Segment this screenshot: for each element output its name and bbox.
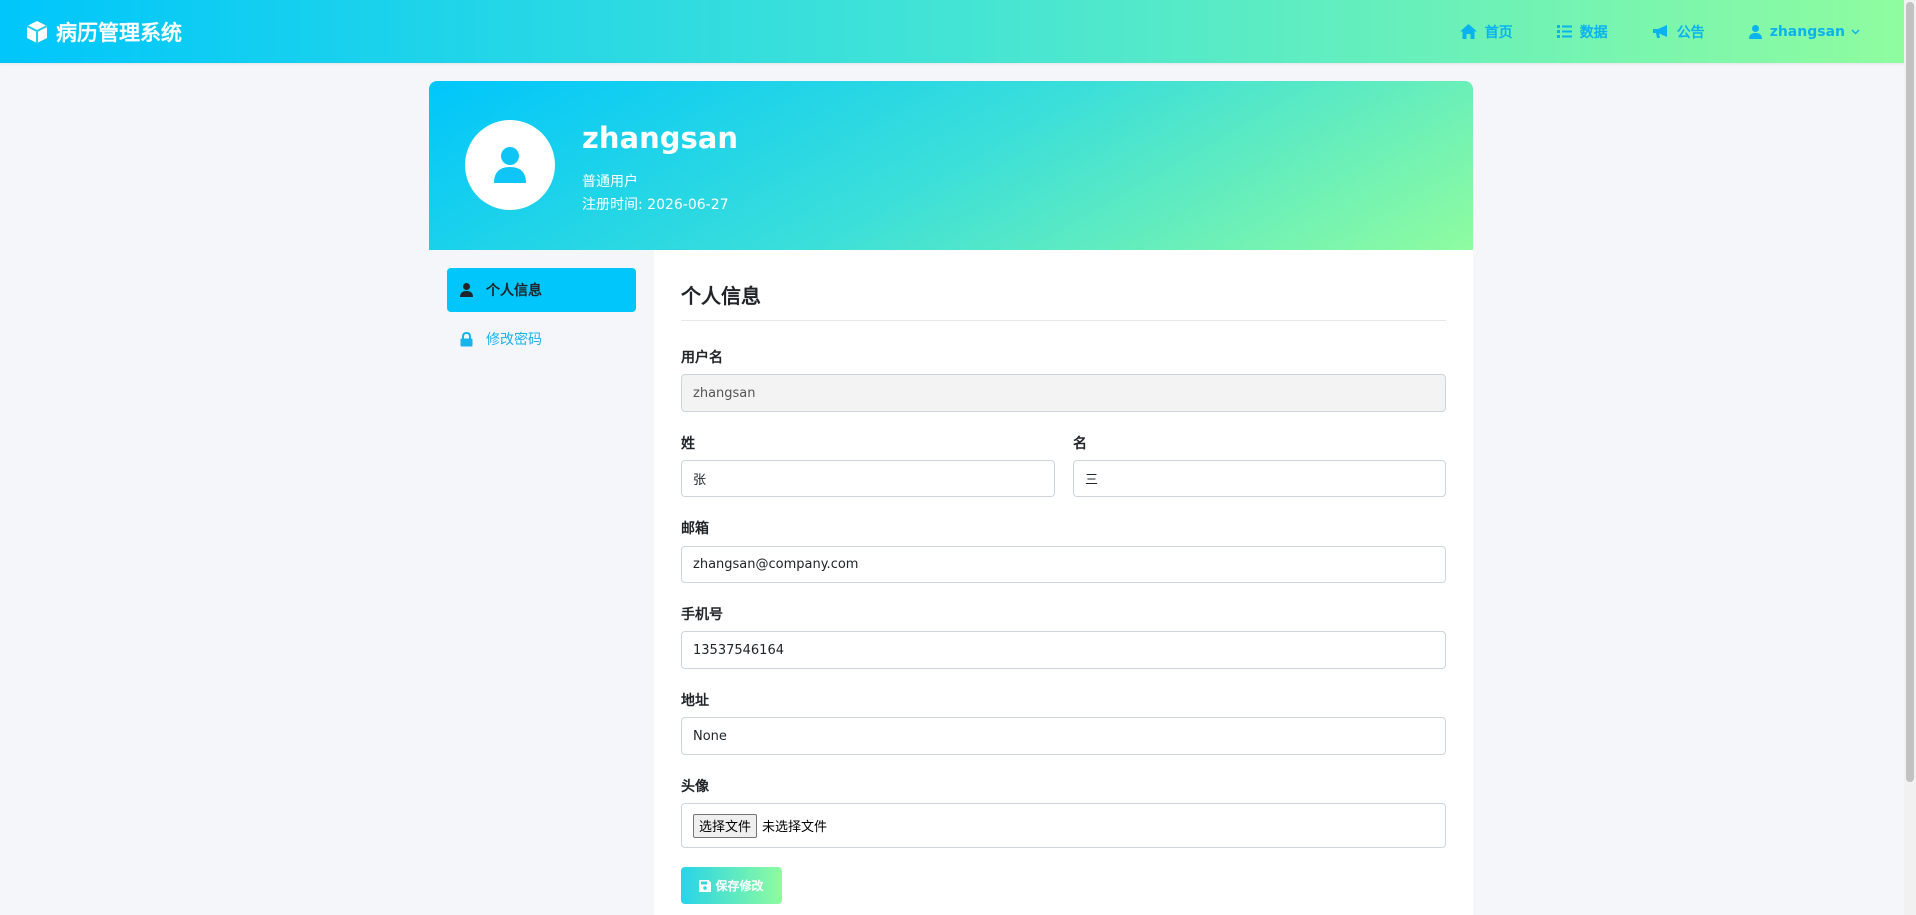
user-icon (460, 283, 473, 297)
cube-icon (26, 21, 48, 43)
username-label: 用户名 (681, 350, 723, 366)
user-avatar-icon (494, 147, 526, 183)
profile-sidebar: 个人信息 修改密码 (429, 250, 654, 915)
address-field[interactable] (681, 717, 1446, 755)
first-name-label: 名 (1073, 436, 1087, 452)
page-scrollbar[interactable] (1904, 0, 1916, 915)
username-field (681, 374, 1446, 412)
profile-registered-date: 注册时间: 2026-06-27 (582, 197, 729, 213)
save-icon (699, 879, 712, 892)
sidebar-item-label: 个人信息 (486, 283, 542, 299)
user-menu[interactable]: zhangsan (1748, 23, 1860, 40)
profile-header: zhangsan 普通用户 注册时间: 2026-06-27 (429, 81, 1473, 250)
last-name-field[interactable] (681, 460, 1055, 497)
avatar (465, 120, 555, 210)
phone-label: 手机号 (681, 607, 723, 623)
nav-data-label: 数据 (1579, 24, 1608, 41)
lock-icon (460, 331, 473, 346)
nav-menu: 首页 数据 公告 zhangsan (1416, 0, 1860, 63)
nav-announcement[interactable]: 公告 (1652, 22, 1705, 42)
brand-title: 病历管理系统 (56, 21, 182, 45)
address-label: 地址 (681, 693, 709, 709)
nav-announcement-label: 公告 (1676, 24, 1705, 41)
personal-info-panel: 个人信息 用户名 姓 名 邮箱 手机号 地址 头像 选择文件 未选择文件 保存修… (654, 250, 1473, 915)
email-label: 邮箱 (681, 521, 709, 537)
profile-username: zhangsan (582, 121, 738, 155)
avatar-label: 头像 (681, 779, 709, 795)
divider (681, 320, 1446, 321)
first-name-field[interactable] (1073, 460, 1446, 497)
email-field[interactable] (681, 546, 1446, 583)
avatar-file-input: 选择文件 未选择文件 (681, 803, 1446, 848)
sidebar-item-change-password[interactable]: 修改密码 (447, 317, 636, 361)
profile-role: 普通用户 (582, 174, 638, 190)
section-title: 个人信息 (681, 284, 761, 308)
user-menu-label: zhangsan (1769, 23, 1845, 40)
last-name-label: 姓 (681, 436, 695, 452)
user-icon (1748, 24, 1762, 39)
megaphone-icon (1652, 25, 1667, 38)
nav-home[interactable]: 首页 (1459, 22, 1513, 42)
phone-field[interactable] (681, 631, 1446, 669)
sidebar-item-label: 修改密码 (486, 332, 542, 348)
top-navbar: 病历管理系统 首页 数据 公告 zhangsan (0, 0, 1904, 63)
save-button-label: 保存修改 (715, 879, 764, 893)
nav-home-label: 首页 (1484, 24, 1513, 41)
home-icon (1459, 24, 1477, 39)
scrollbar-thumb[interactable] (1906, 2, 1914, 782)
save-button[interactable]: 保存修改 (681, 867, 782, 904)
brand[interactable]: 病历管理系统 (26, 16, 182, 48)
nav-data[interactable]: 数据 (1556, 22, 1608, 42)
choose-file-button[interactable]: 选择文件 (693, 813, 758, 838)
file-status-text: 未选择文件 (762, 820, 828, 835)
list-icon (1556, 25, 1572, 38)
chevron-down-icon (1851, 28, 1860, 35)
sidebar-item-personal-info[interactable]: 个人信息 (447, 268, 636, 312)
